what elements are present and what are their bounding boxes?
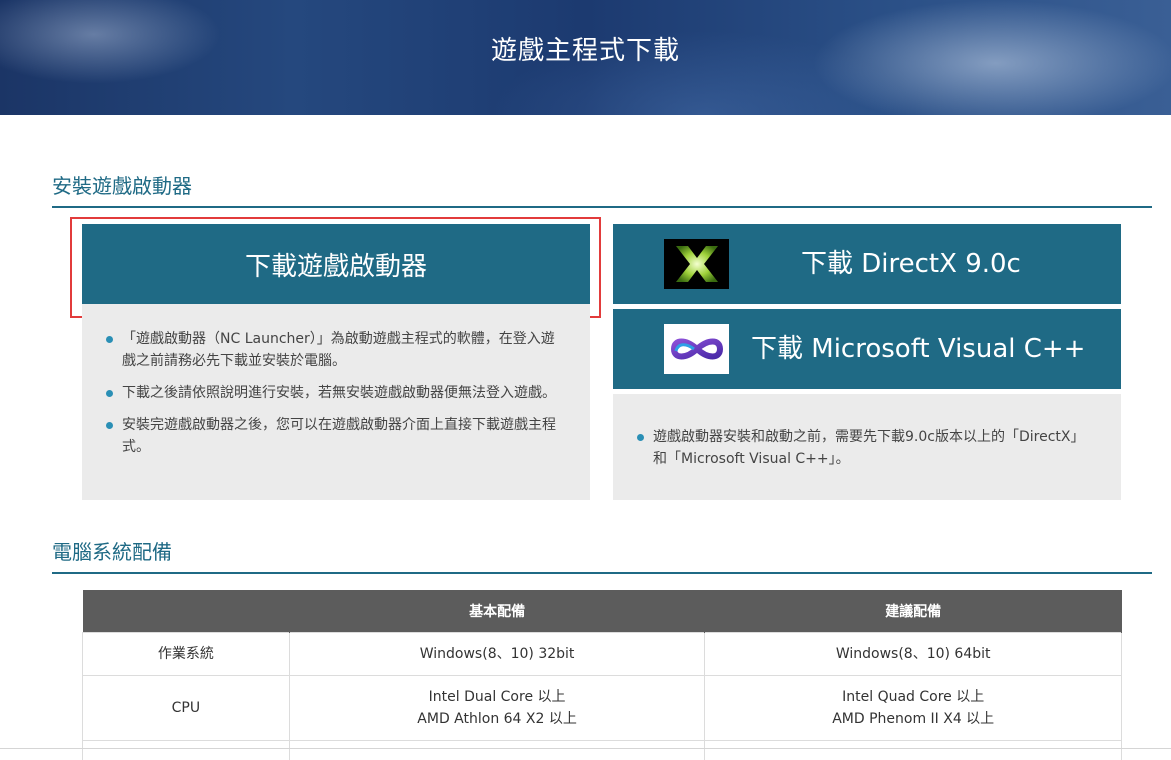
row-label-cpu: CPU <box>82 674 290 741</box>
cpu-recommended-line-2: AMD Phenom II X4 以上 <box>832 710 995 727</box>
launcher-note-3: 安裝完遊戲啟動器之後，您可以在遊戲啟動器介面上直接下載遊戲主程式。 <box>106 414 560 458</box>
table-row: CPU Intel Dual Core 以上 AMD Athlon 64 X2 … <box>82 674 1122 741</box>
cpu-basic-line-1: Intel Dual Core 以上 <box>428 688 566 705</box>
launcher-notes-panel: 「遊戲啟動器（NC Launcher）」為啟動遊戲主程式的軟體，在登入遊戲之前請… <box>82 304 590 500</box>
cpu-recommended-line-1: Intel Quad Core 以上 <box>842 688 985 705</box>
cpu-basic: Intel Dual Core 以上 AMD Athlon 64 X2 以上 <box>288 674 706 741</box>
launcher-note-1: 「遊戲啟動器（NC Launcher）」為啟動遊戲主程式的軟體，在登入遊戲之前請… <box>106 328 560 372</box>
cpu-recommended: Intel Quad Core 以上 AMD Phenom II X4 以上 <box>704 674 1122 741</box>
download-launcher-button[interactable]: 下載遊戲啟動器 <box>82 224 590 304</box>
page-banner: 遊戲主程式下載 <box>0 0 1171 115</box>
install-section-divider <box>52 206 1152 208</box>
table-cell <box>704 739 1122 760</box>
table-cell <box>82 739 290 760</box>
install-section-title: 安裝遊戲啟動器 <box>52 174 192 198</box>
table-header-row: 基本配備 建議配備 <box>82 590 1122 632</box>
download-directx-label: 下載 DirectX 9.0c <box>801 249 1021 279</box>
os-recommended: Windows(8、10) 64bit <box>704 631 1122 676</box>
launcher-note-2: 下載之後請依照說明進行安裝，若無安裝遊戲啟動器便無法登入遊戲。 <box>106 382 560 404</box>
visual-cpp-logo-icon <box>664 324 729 374</box>
download-vcpp-label: 下載 Microsoft Visual C++ <box>751 334 1086 364</box>
download-launcher-label: 下載遊戲啟動器 <box>244 251 427 282</box>
spec-section-title: 電腦系統配備 <box>52 540 172 564</box>
page-title: 遊戲主程式下載 <box>490 36 680 66</box>
spec-section-divider <box>52 572 1152 574</box>
table-cell <box>288 739 706 760</box>
requirements-notes-panel: 遊戲啟動器安裝和啟動之前，需要先下載9.0c版本以上的「DirectX」和「Mi… <box>613 394 1121 500</box>
download-directx-button[interactable]: 下載 DirectX 9.0c <box>613 224 1121 304</box>
row-label-os: 作業系統 <box>82 631 290 676</box>
table-header-basic: 基本配備 <box>289 590 706 632</box>
cpu-basic-line-2: AMD Athlon 64 X2 以上 <box>417 710 577 727</box>
download-vcpp-button[interactable]: 下載 Microsoft Visual C++ <box>613 309 1121 389</box>
requirements-note-1: 遊戲啟動器安裝和啟動之前，需要先下載9.0c版本以上的「DirectX」和「Mi… <box>637 426 1091 470</box>
system-spec-table: 基本配備 建議配備 作業系統 Windows(8、10) 32bit Windo… <box>82 590 1122 760</box>
table-row <box>82 739 1122 760</box>
table-header-recommended: 建議配備 <box>704 590 1122 632</box>
table-header-blank <box>82 590 290 632</box>
os-basic: Windows(8、10) 32bit <box>288 631 706 676</box>
table-row: 作業系統 Windows(8、10) 32bit Windows(8、10) 6… <box>82 631 1122 676</box>
directx-logo-icon <box>664 239 729 289</box>
viewport-bottom-divider <box>0 748 1171 749</box>
